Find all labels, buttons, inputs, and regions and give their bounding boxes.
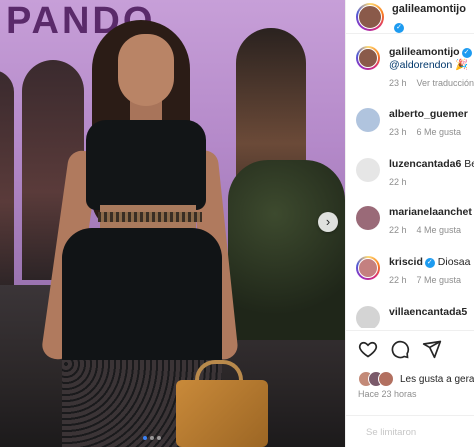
likes-text[interactable]: Les gusta a gera [400, 374, 474, 385]
add-comment-placeholder[interactable]: Se limitaron [366, 427, 416, 438]
translate-link[interactable]: Ver traducción [417, 78, 474, 88]
comment-item: alberto_guemer 23 h 6 Me gusta [356, 108, 474, 137]
comment-username[interactable]: kriscid [389, 256, 423, 268]
post-header: galileamontijo ✓ [346, 0, 474, 34]
commenter-avatar[interactable] [356, 46, 380, 70]
comment-time: 22 h [389, 275, 407, 285]
comment-text: Diosaa [437, 256, 471, 268]
share-icon[interactable] [422, 339, 442, 364]
comment-item: luzencantada6 Be 22 h [356, 158, 474, 187]
verified-icon: ✓ [424, 258, 435, 268]
mention-link[interactable]: @aldorendon 🎉 [389, 59, 468, 71]
liker-avatar [378, 371, 394, 387]
post-time: Hace 23 horas [358, 389, 417, 399]
verified-icon: ✓ [461, 48, 472, 58]
commenter-avatar[interactable] [356, 108, 380, 132]
action-icons [358, 339, 442, 364]
commenter-avatar[interactable] [356, 206, 380, 230]
carousel-dot [150, 436, 154, 440]
verified-icon: ✓ [394, 22, 404, 33]
author-username[interactable]: galileamontijo [392, 3, 466, 15]
comment-likes[interactable]: 6 Me gusta [417, 127, 462, 137]
next-image-button[interactable]: › [318, 212, 338, 232]
comment-text: Be [464, 158, 474, 170]
handbag [176, 380, 268, 447]
comment-item: villaencantada5 [356, 306, 474, 328]
add-comment-bar[interactable]: Se limitaron [346, 415, 474, 447]
carousel-dot [157, 436, 161, 440]
comment-time: 22 h [389, 177, 407, 187]
comment-item: kriscid ✓ Diosaa 22 h 7 Me gusta [356, 256, 474, 285]
carousel-dots [143, 436, 161, 440]
arch-window [0, 70, 14, 290]
comment-list: galileamontijo ✓ @aldorendon 🎉 23 h Ver tr… [346, 38, 474, 328]
comment-time: 23 h [389, 78, 407, 88]
face [118, 34, 174, 106]
heart-icon[interactable] [358, 339, 378, 364]
comment-item: marianelaanchet 22 h 4 Me gusta [356, 206, 474, 235]
comment-username[interactable]: villaencantada5 [389, 306, 467, 318]
comment-username[interactable]: galileamontijo [389, 46, 460, 58]
commenter-avatar[interactable] [356, 158, 380, 182]
comment-time: 23 h [389, 127, 407, 137]
dress-top [86, 120, 206, 210]
dress-skirt [62, 228, 222, 378]
comment-username[interactable]: luzencantada6 [389, 158, 461, 170]
liked-by[interactable]: Les gusta a gera [358, 371, 474, 387]
comment-likes[interactable]: 7 Me gusta [417, 275, 462, 285]
comment-username[interactable]: marianelaanchet [389, 206, 472, 218]
comment-likes[interactable]: 4 Me gusta [417, 225, 462, 235]
comment-time: 22 h [389, 225, 407, 235]
comment-item: galileamontijo ✓ @aldorendon 🎉 23 h Ver tr… [356, 46, 474, 88]
comments-panel: galileamontijo✓ galileamontijo ✓ @aldoren… [345, 0, 474, 447]
comment-username[interactable]: alberto_guemer [389, 108, 468, 120]
plants [228, 160, 345, 340]
lace-belt [98, 212, 202, 222]
comment-icon[interactable] [390, 339, 410, 364]
author-avatar[interactable] [356, 2, 384, 31]
commenter-avatar[interactable] [356, 256, 380, 280]
carousel-dot-active [143, 436, 147, 440]
commenter-avatar[interactable] [356, 306, 380, 328]
post-photo[interactable]: PANDO › [0, 0, 345, 447]
